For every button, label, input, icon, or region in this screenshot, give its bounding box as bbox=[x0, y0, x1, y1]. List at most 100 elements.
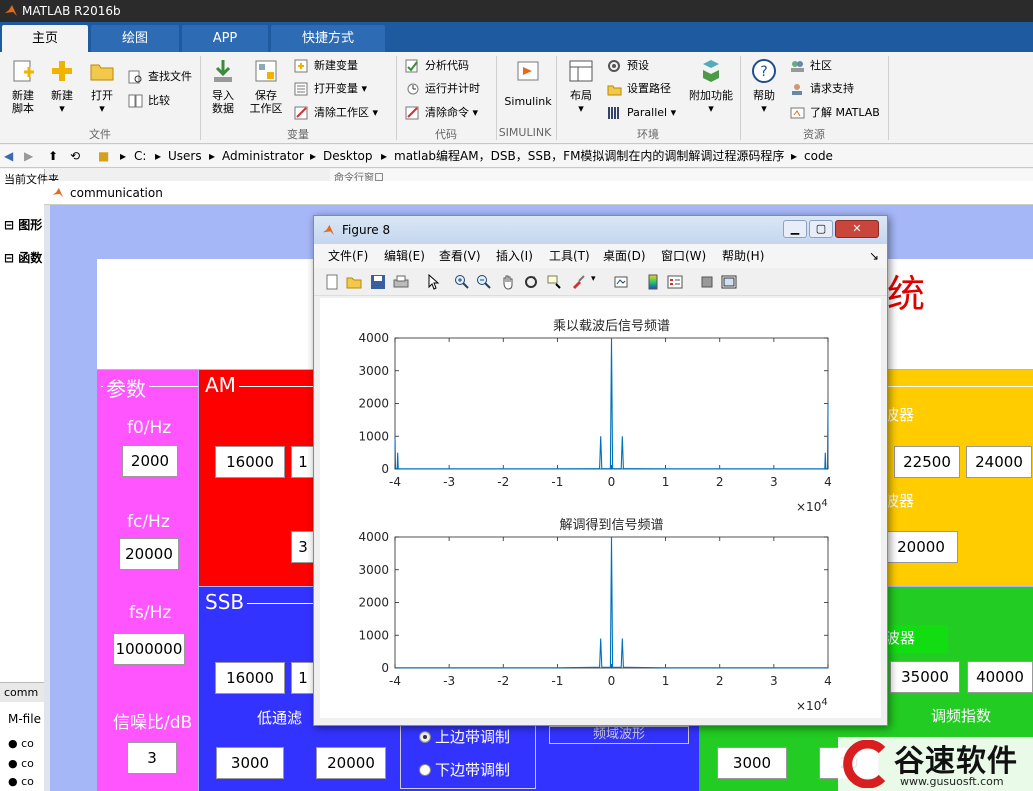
menu-window[interactable]: 窗口(W) bbox=[661, 244, 706, 268]
zoom-in-icon[interactable] bbox=[454, 274, 470, 290]
lpf-input-1[interactable]: 3000 bbox=[216, 747, 284, 779]
add-ons-button[interactable]: 附加功能 ▾ bbox=[688, 58, 734, 115]
layout-button[interactable]: 布局 ▾ bbox=[564, 58, 598, 115]
menu-overflow-icon[interactable]: ↘ bbox=[869, 244, 879, 268]
request-support-button[interactable]: 请求支持 bbox=[790, 81, 854, 97]
find-files-button[interactable]: 查找文件 bbox=[128, 69, 192, 85]
group-code-label: 代码 bbox=[435, 128, 457, 141]
data-cursor-icon[interactable] bbox=[546, 274, 562, 290]
open-variable-button[interactable]: 打开变量 ▾ bbox=[294, 81, 367, 97]
close-button[interactable]: ✕ bbox=[835, 220, 879, 238]
x-tick-label: -3 bbox=[443, 674, 455, 688]
learn-matlab-button[interactable]: 了解 MATLAB bbox=[790, 105, 880, 121]
rotate-3d-icon[interactable] bbox=[523, 274, 539, 290]
browse-folder-icon[interactable]: ⟲ bbox=[70, 145, 80, 168]
clear-commands-button[interactable]: 清除命令 ▾ bbox=[405, 105, 478, 121]
new-script-button[interactable]: 新建 脚本 bbox=[6, 58, 40, 115]
import-data-button[interactable]: 导入 数据 bbox=[206, 58, 240, 115]
ribbon: 新建 脚本 新建 ▾ 打开 ▾ 查找文件 比较 文件 导入 数据 保存 工作区 新建… bbox=[0, 52, 1033, 144]
pan-icon[interactable] bbox=[500, 274, 516, 290]
menu-tools[interactable]: 工具(T) bbox=[549, 244, 590, 268]
hide-plot-tools-icon[interactable] bbox=[699, 274, 715, 290]
forward-arrow-icon[interactable]: ▶ bbox=[24, 145, 33, 168]
colorbar-icon[interactable] bbox=[645, 274, 661, 290]
menu-insert[interactable]: 插入(I) bbox=[496, 244, 533, 268]
list-item[interactable]: ● co bbox=[8, 757, 34, 770]
filter-label-3: 波器 bbox=[885, 629, 916, 647]
link-plot-icon[interactable] bbox=[613, 274, 629, 290]
parallel-button[interactable]: Parallel ▾ bbox=[607, 105, 676, 121]
open-button[interactable]: 打开 ▾ bbox=[84, 58, 120, 115]
right-input-3[interactable]: 20000 bbox=[884, 531, 958, 563]
tree-group-functions[interactable]: ⊟ 函数 bbox=[4, 249, 42, 266]
list-item[interactable]: ● co bbox=[8, 775, 34, 788]
fc-label: fc/Hz bbox=[127, 512, 170, 532]
save-workspace-button[interactable]: 保存 工作区 bbox=[246, 58, 286, 115]
brush-dropdown-icon[interactable]: ▾ bbox=[591, 274, 596, 284]
tab-home[interactable]: 主页 bbox=[2, 25, 88, 52]
minimize-button[interactable]: ▁ bbox=[783, 220, 807, 238]
breadcrumb-code[interactable]: code bbox=[804, 145, 833, 168]
x-tick-label: -2 bbox=[497, 674, 509, 688]
tab-plots[interactable]: 绘图 bbox=[91, 25, 179, 52]
ssb-input-1[interactable]: 16000 bbox=[215, 662, 285, 694]
brush-icon[interactable] bbox=[570, 274, 586, 290]
up-folder-icon[interactable]: ⬆ bbox=[48, 145, 58, 168]
am-input-2[interactable]: 1 bbox=[291, 446, 315, 478]
maximize-button[interactable]: ▢ bbox=[809, 220, 833, 238]
analyze-code-button[interactable]: 分析代码 bbox=[405, 58, 469, 74]
right-input-2[interactable]: 24000 bbox=[966, 446, 1032, 478]
back-arrow-icon[interactable]: ◀ bbox=[4, 145, 13, 168]
snr-input[interactable]: 3 bbox=[127, 742, 177, 774]
zoom-out-icon[interactable] bbox=[476, 274, 492, 290]
clear-workspace-button[interactable]: 清除工作区 ▾ bbox=[294, 105, 378, 121]
open-file-icon[interactable] bbox=[346, 274, 362, 290]
breadcrumb-administrator[interactable]: Administrator bbox=[222, 145, 304, 168]
show-plot-tools-icon[interactable] bbox=[721, 274, 737, 290]
right-top-panel: 波器 22500 24000 波器 20000 bbox=[884, 370, 1033, 586]
right-input-1[interactable]: 22500 bbox=[894, 446, 960, 478]
y-tick-label: 3000 bbox=[358, 563, 389, 577]
menu-edit[interactable]: 编辑(E) bbox=[384, 244, 425, 268]
tab-shortcuts[interactable]: 快捷方式 bbox=[271, 25, 385, 52]
ssb-input-2[interactable]: 1 bbox=[291, 662, 315, 694]
legend-icon[interactable] bbox=[667, 274, 683, 290]
help-button[interactable]: ? 帮助 ▾ bbox=[748, 58, 780, 115]
breadcrumb-users[interactable]: Users bbox=[168, 145, 202, 168]
breadcrumb-desktop[interactable]: Desktop bbox=[323, 145, 373, 168]
am-input-3[interactable]: 3 bbox=[291, 531, 315, 563]
community-button[interactable]: 社区 bbox=[790, 58, 832, 74]
breadcrumb-project[interactable]: matlab编程AM，DSB，SSB，FM模拟调制在内的调制解调过程源码程序 bbox=[394, 145, 784, 168]
set-path-button[interactable]: 设置路径 bbox=[607, 81, 671, 97]
preferences-button[interactable]: 预设 bbox=[607, 58, 649, 74]
lower-sideband-radio[interactable]: 下边带调制 bbox=[419, 759, 510, 780]
f0-input[interactable]: 2000 bbox=[122, 445, 178, 477]
am-input-1[interactable]: 16000 bbox=[215, 446, 285, 478]
compare-button[interactable]: 比较 bbox=[128, 93, 170, 109]
tree-group-figures[interactable]: ⊟ 图形 bbox=[4, 216, 42, 233]
freq-waveform-button[interactable]: 频域波形 bbox=[549, 726, 689, 744]
fc-input[interactable]: 20000 bbox=[119, 538, 179, 570]
save-icon[interactable] bbox=[370, 274, 386, 290]
simulink-button[interactable]: Simulink bbox=[502, 58, 554, 108]
menu-view[interactable]: 查看(V) bbox=[439, 244, 481, 268]
print-icon[interactable] bbox=[393, 274, 409, 290]
menu-help[interactable]: 帮助(H) bbox=[722, 244, 764, 268]
new-figure-icon[interactable] bbox=[324, 274, 340, 290]
menu-desktop[interactable]: 桌面(D) bbox=[603, 244, 646, 268]
list-item[interactable]: ● co bbox=[8, 737, 34, 750]
breadcrumb-c[interactable]: C: bbox=[134, 145, 146, 168]
run-and-time-button[interactable]: 运行并计时 bbox=[405, 81, 480, 97]
pointer-icon[interactable] bbox=[425, 274, 441, 290]
tab-apps[interactable]: APP bbox=[182, 25, 268, 52]
subplot-title: 解调得到信号频谱 bbox=[559, 517, 663, 533]
fm-input-3[interactable]: 3000 bbox=[717, 747, 787, 779]
new-button[interactable]: 新建 ▾ bbox=[44, 58, 80, 115]
new-variable-button[interactable]: 新建变量 bbox=[294, 58, 358, 74]
menu-file[interactable]: 文件(F) bbox=[328, 244, 368, 268]
lpf-input-2[interactable]: 20000 bbox=[316, 747, 386, 779]
fm-input-2[interactable]: 40000 bbox=[967, 661, 1033, 693]
upper-sideband-radio[interactable]: 上边带调制 bbox=[419, 726, 510, 747]
fs-input[interactable]: 1000000 bbox=[113, 633, 185, 665]
fm-input-1[interactable]: 35000 bbox=[890, 661, 960, 693]
